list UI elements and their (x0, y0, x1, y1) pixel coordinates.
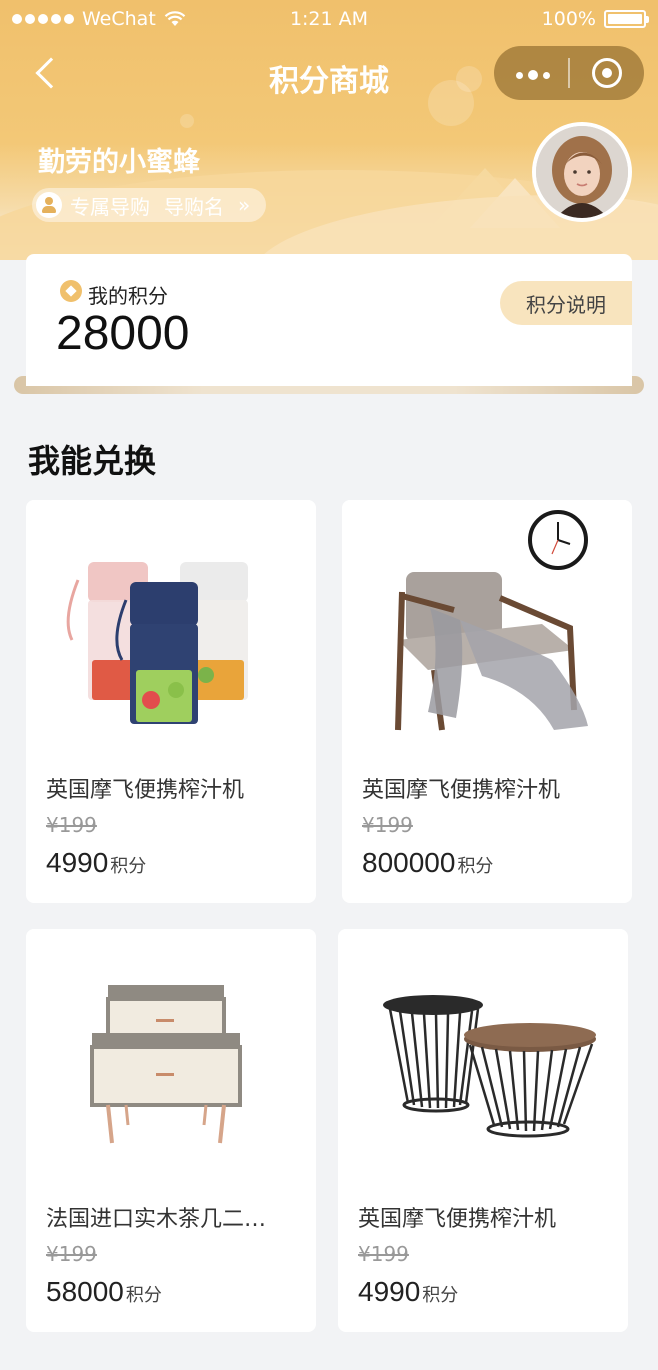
points-rules-button[interactable]: 积分说明 (500, 281, 632, 325)
section-title: 我能兑换 (28, 442, 157, 480)
close-miniprogram-icon[interactable] (592, 58, 622, 88)
product-image-nightstand (26, 929, 316, 1179)
product-original-price: ¥199 (362, 813, 413, 837)
product-image-armchair (342, 500, 632, 750)
product-points-unit: 积分 (125, 1285, 162, 1306)
product-points-unit: 积分 (457, 856, 494, 877)
points-card: 我的积分 28000 积分说明 (26, 254, 632, 386)
product-name: 英国摩飞便携榨汁机 (362, 778, 561, 803)
guide-label: 专属导购 (70, 194, 150, 219)
status-bar: WeChat 1:21 AM 100% (0, 0, 658, 40)
product-points-value: 4990 (358, 1276, 421, 1307)
product-card[interactable]: 法国进口实木茶几二… ¥199 58000 积分 (26, 929, 316, 1332)
guide-name: 导购名 (164, 194, 224, 219)
product-original-price: ¥199 (46, 813, 97, 837)
product-image-juicer (26, 500, 316, 750)
product-points-value: 58000 (46, 1276, 124, 1307)
product-points-unit: 积分 (110, 856, 147, 877)
avatar-image (536, 126, 628, 218)
product-points-unit: 积分 (422, 1285, 459, 1306)
product-card[interactable]: 英国摩飞便携榨汁机 ¥199 4990 积分 (338, 929, 628, 1332)
product-original-price: ¥199 (358, 1242, 409, 1266)
mini-program-capsule (494, 46, 644, 100)
product-points-price: 4990 积分 (358, 1276, 458, 1308)
capsule-divider (568, 58, 570, 88)
product-name: 法国进口实木茶几二… (46, 1207, 267, 1232)
product-points-price: 58000 积分 (46, 1276, 162, 1308)
double-chevron-right-icon: » (238, 193, 251, 217)
nav-bar: 积分商城 (0, 40, 658, 110)
product-points-value: 4990 (46, 847, 109, 878)
product-name: 英国摩飞便携榨汁机 (358, 1207, 557, 1232)
points-label: 我的积分 (88, 284, 168, 308)
product-card[interactable]: 英国摩飞便携榨汁机 ¥199 800000 积分 (342, 500, 632, 903)
decor-circle (180, 114, 194, 128)
avatar[interactable] (532, 122, 632, 222)
user-nickname: 勤劳的小蜜蜂 (38, 147, 200, 178)
product-original-price: ¥199 (46, 1242, 97, 1266)
more-icon[interactable] (516, 70, 550, 80)
product-card[interactable]: 英国摩飞便携榨汁机 ¥199 4990 积分 (26, 500, 316, 903)
product-image-side-tables (338, 929, 628, 1179)
product-points-price: 4990 积分 (46, 847, 146, 879)
person-icon (36, 192, 62, 218)
product-points-value: 800000 (362, 847, 456, 878)
product-points-price: 800000 积分 (362, 847, 493, 879)
battery-icon (604, 10, 649, 28)
points-value: 28000 (56, 307, 190, 360)
exclusive-guide-pill[interactable]: 专属导购 导购名 » (32, 188, 267, 222)
battery-percent: 100% (541, 8, 596, 30)
product-name: 英国摩飞便携榨汁机 (46, 778, 245, 803)
points-diamond-icon (60, 280, 82, 302)
